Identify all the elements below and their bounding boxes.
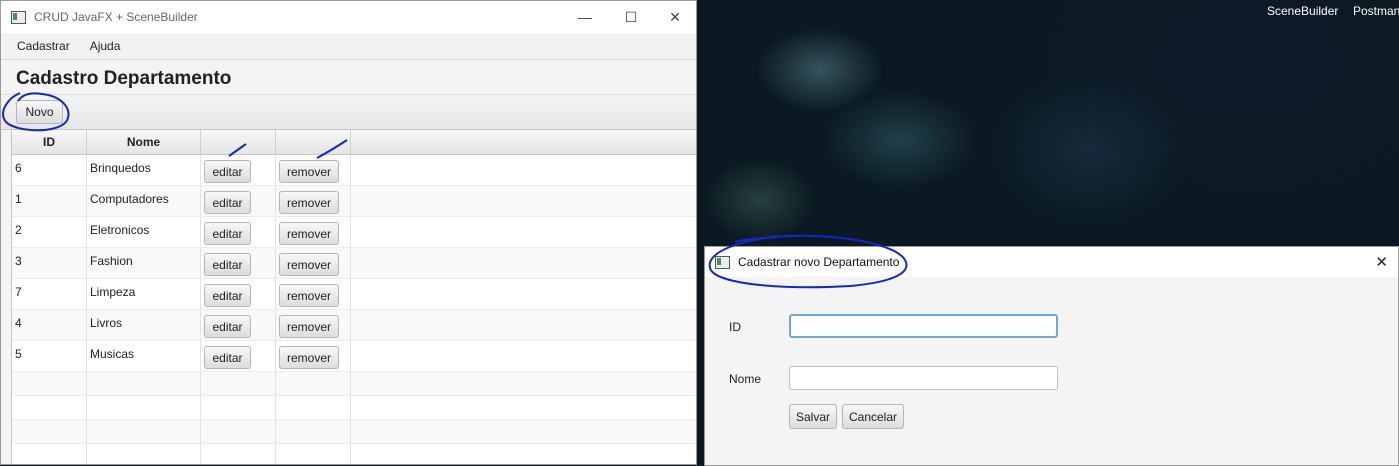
column-header-filler bbox=[351, 130, 696, 154]
salvar-button[interactable]: Salvar bbox=[789, 404, 837, 429]
remove-button[interactable]: remover bbox=[279, 160, 339, 183]
id-field[interactable] bbox=[789, 314, 1058, 338]
java-app-icon bbox=[715, 255, 730, 269]
maximize-icon[interactable]: ☐ bbox=[608, 1, 654, 33]
cell-id: 2 bbox=[12, 217, 87, 247]
dialog-window: Cadastrar novo Departamento ✕ ID Nome Sa… bbox=[704, 246, 1399, 466]
cell-id: 6 bbox=[12, 155, 87, 185]
remove-button[interactable]: remover bbox=[279, 284, 339, 307]
column-header-id[interactable]: ID bbox=[12, 130, 87, 154]
edit-button[interactable]: editar bbox=[204, 315, 251, 338]
page-title: Cadastro Departamento bbox=[16, 68, 232, 89]
edit-button[interactable]: editar bbox=[204, 346, 251, 369]
close-icon[interactable]: ✕ bbox=[652, 1, 696, 33]
edit-button[interactable]: editar bbox=[204, 191, 251, 214]
edit-button[interactable]: editar bbox=[204, 284, 251, 307]
cell-id: 5 bbox=[12, 341, 87, 371]
cell-nome: Brinquedos bbox=[87, 155, 201, 185]
dialog-title: Cadastrar novo Departamento bbox=[738, 255, 900, 269]
desktop-label-postman[interactable]: Postman bbox=[1353, 4, 1399, 18]
cell-id: 1 bbox=[12, 186, 87, 216]
table-row[interactable]: 7 Limpeza editar remover bbox=[12, 279, 696, 310]
cell-nome: Fashion bbox=[87, 248, 201, 278]
menu-ajuda[interactable]: Ajuda bbox=[80, 39, 131, 53]
table-row[interactable]: 6 Brinquedos editar remover bbox=[12, 155, 696, 186]
edit-button[interactable]: editar bbox=[204, 222, 251, 245]
remove-button[interactable]: remover bbox=[279, 315, 339, 338]
cell-id: 3 bbox=[12, 248, 87, 278]
menu-cadastrar[interactable]: Cadastrar bbox=[7, 39, 80, 53]
id-label: ID bbox=[729, 320, 741, 334]
cell-nome: Computadores bbox=[87, 186, 201, 216]
remove-button[interactable]: remover bbox=[279, 222, 339, 245]
remove-button[interactable]: remover bbox=[279, 346, 339, 369]
edit-button[interactable]: editar bbox=[204, 160, 251, 183]
nome-field[interactable] bbox=[789, 366, 1058, 390]
departments-table: ID Nome 6 Brinquedos editar remover 1 Co… bbox=[11, 129, 696, 464]
toolbar: Novo bbox=[1, 94, 696, 130]
dialog-close-icon[interactable]: ✕ bbox=[1375, 253, 1388, 271]
table-header: ID Nome bbox=[12, 130, 696, 155]
main-window-title: CRUD JavaFX + SceneBuilder bbox=[34, 10, 198, 24]
column-header-remove[interactable] bbox=[276, 130, 351, 154]
dialog-titlebar[interactable]: Cadastrar novo Departamento ✕ bbox=[705, 247, 1398, 277]
cancelar-button[interactable]: Cancelar bbox=[842, 404, 904, 429]
edit-button[interactable]: editar bbox=[204, 253, 251, 276]
empty-row bbox=[12, 372, 696, 396]
desktop-label-scenebuilder[interactable]: SceneBuilder bbox=[1267, 4, 1338, 18]
java-app-icon bbox=[11, 10, 26, 24]
remove-button[interactable]: remover bbox=[279, 253, 339, 276]
main-titlebar[interactable]: CRUD JavaFX + SceneBuilder — ☐ ✕ bbox=[1, 1, 696, 33]
cell-nome: Limpeza bbox=[87, 279, 201, 309]
novo-button[interactable]: Novo bbox=[16, 100, 63, 124]
table-row[interactable]: 3 Fashion editar remover bbox=[12, 248, 696, 279]
minimize-icon[interactable]: — bbox=[562, 1, 608, 33]
cell-id: 7 bbox=[12, 279, 87, 309]
table-row[interactable]: 4 Livros editar remover bbox=[12, 310, 696, 341]
remove-button[interactable]: remover bbox=[279, 191, 339, 214]
empty-row bbox=[12, 444, 696, 464]
table-row[interactable]: 1 Computadores editar remover bbox=[12, 186, 696, 217]
nome-label: Nome bbox=[729, 372, 762, 386]
empty-row bbox=[12, 420, 696, 444]
table-row[interactable]: 5 Musicas editar remover bbox=[12, 341, 696, 372]
table-row[interactable]: 2 Eletronicos editar remover bbox=[12, 217, 696, 248]
empty-row bbox=[12, 396, 696, 420]
menu-bar: Cadastrar Ajuda bbox=[1, 33, 696, 60]
main-window: CRUD JavaFX + SceneBuilder — ☐ ✕ Cadastr… bbox=[0, 0, 697, 465]
column-header-nome[interactable]: Nome bbox=[87, 130, 201, 154]
cell-nome: Eletronicos bbox=[87, 217, 201, 247]
cell-nome: Livros bbox=[87, 310, 201, 340]
column-header-edit[interactable] bbox=[201, 130, 276, 154]
cell-nome: Musicas bbox=[87, 341, 201, 371]
cell-id: 4 bbox=[12, 310, 87, 340]
